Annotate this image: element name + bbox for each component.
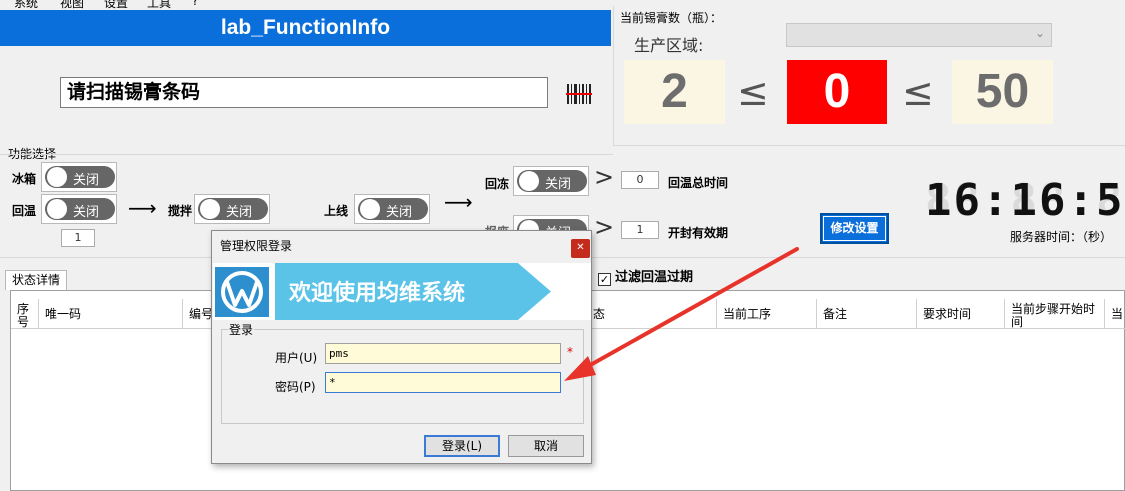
column-header[interactable]: 要求时间 xyxy=(917,299,1005,329)
greater-than-icon: > xyxy=(594,213,615,241)
logo-icon xyxy=(215,267,269,317)
user-label: 用户(U) xyxy=(275,351,318,365)
divider xyxy=(0,154,613,155)
server-clock: 16:16:52 xyxy=(925,175,1125,226)
server-time-label: 服务器时间：（秒） xyxy=(1010,230,1113,244)
column-header[interactable]: 态 xyxy=(583,299,717,329)
rewarm-toggle[interactable]: 关闭 xyxy=(41,194,117,224)
welcome-banner: 欢迎使用均维系统 xyxy=(213,263,591,320)
page-title: lab_FunctionInfo xyxy=(0,10,611,46)
required-marker: * xyxy=(567,345,573,359)
checkbox-checked-icon: ✓ xyxy=(598,273,611,286)
filter-expired-checkbox[interactable]: ✓ 过滤回温过期 xyxy=(598,266,693,286)
refrigerate-label: 回冻 xyxy=(485,177,510,191)
area-select[interactable]: ⌄ xyxy=(786,23,1052,47)
login-dialog: 管理权限登录 ✕ 欢迎使用均维系统 登录 用户(U) pms * 密码(P) *… xyxy=(211,230,592,464)
cancel-button[interactable]: 取消 xyxy=(508,435,584,457)
menu-help[interactable]: ? xyxy=(192,0,198,8)
filter-label: 过滤回温过期 xyxy=(615,270,694,285)
greater-than-icon: > xyxy=(594,163,615,191)
area-label: 生产区域: xyxy=(634,36,704,55)
current-count: 0 xyxy=(787,60,887,124)
leq-symbol: ≤ xyxy=(737,70,769,114)
open-period-input[interactable]: 1 xyxy=(621,221,659,239)
barcode-input[interactable]: 请扫描锡膏条码 xyxy=(60,77,548,108)
close-icon[interactable]: ✕ xyxy=(571,239,590,258)
rewarm-total-time-label: 回温总时间 xyxy=(668,176,729,190)
online-toggle[interactable]: 关闭 xyxy=(354,194,430,224)
login-button[interactable]: 登录(L) xyxy=(424,435,500,457)
chevron-down-icon: ⌄ xyxy=(1034,26,1045,40)
leq-symbol: ≤ xyxy=(902,70,934,114)
column-header[interactable]: 当 xyxy=(1105,299,1125,329)
max-count: 50 xyxy=(952,60,1053,124)
menu-view[interactable]: 视图 xyxy=(60,0,84,10)
barcode-scan-icon[interactable] xyxy=(566,80,592,108)
min-count: 2 xyxy=(624,60,725,124)
banner-text: 欢迎使用均维系统 xyxy=(289,281,466,306)
column-header[interactable]: 唯一码 xyxy=(39,299,183,329)
open-period-label: 开封有效期 xyxy=(668,226,729,240)
group-label: 登录 xyxy=(228,321,255,338)
menu-settings[interactable]: 设置 xyxy=(104,0,128,10)
stir-label: 搅拌 xyxy=(168,204,193,218)
column-header[interactable]: 备注 xyxy=(817,299,917,329)
column-header[interactable]: 当前步骤开始时间 xyxy=(1005,299,1105,329)
password-label: 密码(P) xyxy=(275,380,316,394)
fridge-toggle[interactable]: 关闭 xyxy=(41,162,117,192)
rewarm-total-time-input[interactable]: 0 xyxy=(621,171,659,189)
arrow-icon: ⟶ xyxy=(128,196,157,220)
dialog-title: 管理权限登录 xyxy=(220,239,293,253)
tab-status-details[interactable]: 状态详情 xyxy=(5,270,67,290)
refrigerate-toggle[interactable]: 关闭 xyxy=(513,166,589,196)
rewarm-label: 回温 xyxy=(12,204,37,218)
column-header[interactable]: 当前工序 xyxy=(717,299,817,329)
stir-toggle[interactable]: 关闭 xyxy=(194,194,270,224)
online-label: 上线 xyxy=(324,204,349,218)
modify-settings-button[interactable]: 修改设置 xyxy=(820,213,889,244)
current-count-label: 当前锡膏数（瓶）： xyxy=(620,11,723,25)
menu-tools[interactable]: 工具 xyxy=(147,0,171,10)
menu-system[interactable]: 系统 xyxy=(14,0,38,10)
arrow-icon: ⟶ xyxy=(444,190,473,214)
password-field[interactable]: * xyxy=(325,372,561,393)
username-field[interactable]: pms xyxy=(325,343,561,364)
fridge-label: 冰箱 xyxy=(12,172,37,186)
column-header[interactable]: 序号 xyxy=(11,299,39,329)
rewarm-count[interactable]: 1 xyxy=(61,229,95,247)
scrap-toggle[interactable]: 关闭 xyxy=(513,215,589,231)
